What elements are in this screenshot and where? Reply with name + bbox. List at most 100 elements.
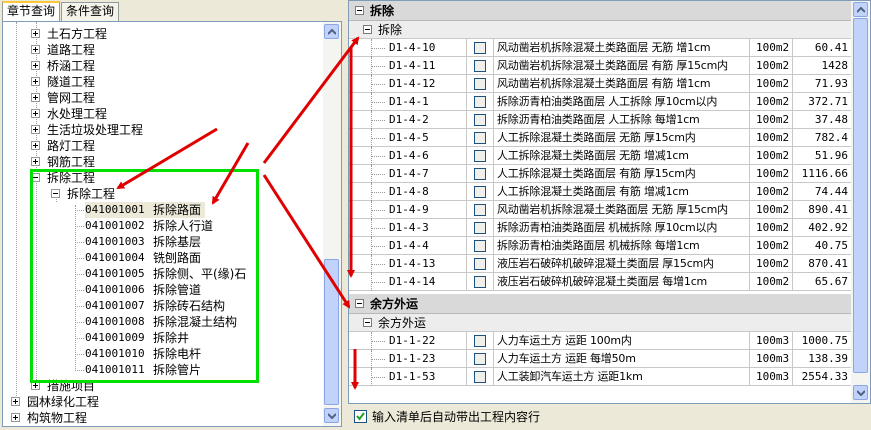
subgroup-header[interactable]: 拆除 — [349, 21, 851, 39]
row-checkbox[interactable] — [474, 222, 486, 234]
expand-icon[interactable] — [31, 61, 40, 70]
expand-icon[interactable] — [31, 141, 40, 150]
tree-leaf[interactable]: 041001010 拆除电杆 — [85, 346, 265, 362]
quota-quantity[interactable]: 51.96 — [793, 147, 851, 165]
tree-leaf[interactable]: 041001002 拆除人行道 — [85, 218, 265, 234]
quota-quantity[interactable]: 74.44 — [793, 183, 851, 201]
expand-icon[interactable] — [31, 29, 40, 38]
quota-row[interactable]: D1-4-9 风动凿岩机拆除混凝土类路面层 无筋 厚15cm内 100m2 890.4… — [349, 201, 851, 219]
expand-icon[interactable] — [31, 381, 40, 390]
quota-row[interactable]: D1-4-3 拆除沥青柏油类路面层 机械拆除 厚10cm以内 100m2 402.92 — [349, 219, 851, 237]
tree-leaf[interactable]: 041001005 拆除侧、平(缘)石 — [85, 266, 265, 282]
quota-quantity[interactable]: 1428 — [793, 57, 851, 75]
tree-leaf[interactable]: 041001006 拆除管道 — [85, 282, 265, 298]
quota-row[interactable]: D1-4-7 人工拆除混凝土类路面层 有筋 厚15cm内 100m2 1116.66 — [349, 165, 851, 183]
row-checkbox[interactable] — [474, 78, 486, 90]
scroll-thumb[interactable] — [853, 18, 868, 373]
quota-row[interactable]: D1-1-22 人力车运土方 运距 100m内 100m3 1000.75 — [349, 332, 851, 350]
quota-quantity[interactable]: 890.41 — [793, 201, 851, 219]
tree-leaf[interactable]: 041001011 拆除管片 — [85, 362, 265, 378]
collapse-icon[interactable] — [355, 6, 364, 15]
auto-content-label[interactable]: 输入清单后自动带出工程内容行 — [372, 407, 540, 427]
expand-icon[interactable] — [11, 413, 20, 422]
quota-quantity[interactable]: 138.39 — [793, 350, 851, 368]
tab-condition-query[interactable]: 条件查询 — [61, 2, 120, 21]
quota-row[interactable]: D1-4-12 风动凿岩机拆除混凝土类路面层 有筋 增1cm 100m2 71.93 — [349, 75, 851, 93]
quota-row[interactable]: D1-4-13 液压岩石破碎机破碎混凝土类面层 厚15cm内 100m2 870.41 — [349, 255, 851, 273]
quota-row[interactable]: D1-4-6 人工拆除混凝土类路面层 无筋 增减1cm 100m2 51.96 — [349, 147, 851, 165]
quota-quantity[interactable]: 37.48 — [793, 111, 851, 129]
subgroup-header[interactable]: 余方外运 — [349, 314, 851, 332]
row-checkbox[interactable] — [474, 114, 486, 126]
expand-icon[interactable] — [31, 109, 40, 118]
row-checkbox[interactable] — [474, 204, 486, 216]
quota-row[interactable]: D1-4-10 风动凿岩机拆除混凝土类路面层 无筋 增1cm 100m2 60.41 — [349, 39, 851, 57]
row-checkbox[interactable] — [474, 258, 486, 270]
auto-content-checkbox[interactable] — [354, 410, 367, 423]
quota-row[interactable]: D1-4-4 拆除沥青柏油类路面层 机械拆除 每增1cm 100m2 40.75 — [349, 237, 851, 255]
expand-icon[interactable] — [31, 93, 40, 102]
quota-quantity[interactable]: 60.41 — [793, 39, 851, 57]
row-checkbox[interactable] — [474, 353, 486, 365]
tree-leaf[interactable]: 041001007 拆除砖石结构 — [85, 298, 265, 314]
row-checkbox[interactable] — [474, 276, 486, 288]
row-checkbox[interactable] — [474, 60, 486, 72]
row-checkbox[interactable] — [474, 150, 486, 162]
tree-leaf[interactable]: 041001004 铣刨路面 — [85, 250, 265, 266]
scroll-up-button[interactable] — [853, 2, 868, 17]
tree-leaf[interactable]: 041001008 拆除混凝土结构 — [85, 314, 265, 330]
collapse-icon[interactable] — [363, 25, 372, 34]
tree-leaf[interactable]: 041001003 拆除基层 — [85, 234, 265, 250]
quota-quantity[interactable]: 402.92 — [793, 219, 851, 237]
quota-quantity[interactable]: 40.75 — [793, 237, 851, 255]
quota-row[interactable]: D1-4-14 液压岩石破碎机破碎混凝土类面层 每增1cm 100m2 65.67 — [349, 273, 851, 291]
collapse-icon[interactable] — [51, 189, 60, 198]
quota-quantity[interactable]: 870.41 — [793, 255, 851, 273]
expand-icon[interactable] — [31, 77, 40, 86]
quota-row[interactable]: D1-4-8 人工拆除混凝土类路面层 有筋 增减1cm 100m2 74.44 — [349, 183, 851, 201]
quota-row[interactable]: D1-1-53 人工装卸汽车运土方 运距1km 100m3 2554.33 — [349, 368, 851, 386]
chapter-tree: 土石方工程 道路工程 桥涵工程 隧道工程 管网工程 水处理工程 生活垃圾处理工程 路灯工程 钢筋… — [2, 21, 342, 427]
scroll-down-button[interactable] — [324, 408, 339, 423]
quota-name: 人工装卸汽车运土方 运距1km — [494, 368, 750, 386]
row-checkbox[interactable] — [474, 96, 486, 108]
tab-chapter-query[interactable]: 章节查询 — [2, 1, 61, 22]
tree-leaf[interactable]: 041001001 拆除路面 — [85, 202, 205, 218]
quota-quantity[interactable]: 1116.66 — [793, 165, 851, 183]
quota-row[interactable]: D1-4-5 人工拆除混凝土类路面层 无筋 厚15cm内 100m2 782.4 — [349, 129, 851, 147]
scroll-thumb[interactable] — [324, 259, 339, 405]
scroll-up-button[interactable] — [324, 24, 339, 39]
row-checkbox[interactable] — [474, 335, 486, 347]
quota-row[interactable]: D1-4-2 拆除沥青柏油类路面层 人工拆除 每增1cm 100m2 37.48 — [349, 111, 851, 129]
quota-quantity[interactable]: 65.67 — [793, 273, 851, 291]
scroll-down-button[interactable] — [853, 385, 868, 400]
quota-quantity[interactable]: 2554.33 — [793, 368, 851, 386]
tree-guide — [75, 205, 76, 371]
expand-icon[interactable] — [31, 125, 40, 134]
expand-icon[interactable] — [31, 157, 40, 166]
grid-scrollbar[interactable] — [851, 1, 870, 403]
row-checkbox[interactable] — [474, 371, 486, 383]
group-header[interactable]: 余方外运 — [349, 294, 851, 314]
quota-quantity[interactable]: 372.71 — [793, 93, 851, 111]
collapse-icon[interactable] — [355, 299, 364, 308]
quota-unit: 100m3 — [750, 368, 793, 386]
quota-quantity[interactable]: 71.93 — [793, 75, 851, 93]
quota-row[interactable]: D1-1-23 人力车运土方 运距 每增50m 100m3 138.39 — [349, 350, 851, 368]
quota-row[interactable]: D1-4-1 拆除沥青柏油类路面层 人工拆除 厚10cm以内 100m2 372.71 — [349, 93, 851, 111]
collapse-icon[interactable] — [31, 173, 40, 182]
quota-row[interactable]: D1-4-11 风动凿岩机拆除混凝土类路面层 有筋 厚15cm内 100m2 1428 — [349, 57, 851, 75]
group-header[interactable]: 拆除 — [349, 1, 851, 21]
expand-icon[interactable] — [11, 397, 20, 406]
row-checkbox[interactable] — [474, 240, 486, 252]
quota-quantity[interactable]: 782.4 — [793, 129, 851, 147]
collapse-icon[interactable] — [363, 318, 372, 327]
tree-scrollbar[interactable] — [323, 22, 341, 426]
quota-quantity[interactable]: 1000.75 — [793, 332, 851, 350]
expand-icon[interactable] — [31, 45, 40, 54]
row-checkbox[interactable] — [474, 132, 486, 144]
row-checkbox[interactable] — [474, 168, 486, 180]
row-checkbox[interactable] — [474, 42, 486, 54]
row-checkbox[interactable] — [474, 186, 486, 198]
tree-leaf[interactable]: 041001009 拆除井 — [85, 330, 265, 346]
